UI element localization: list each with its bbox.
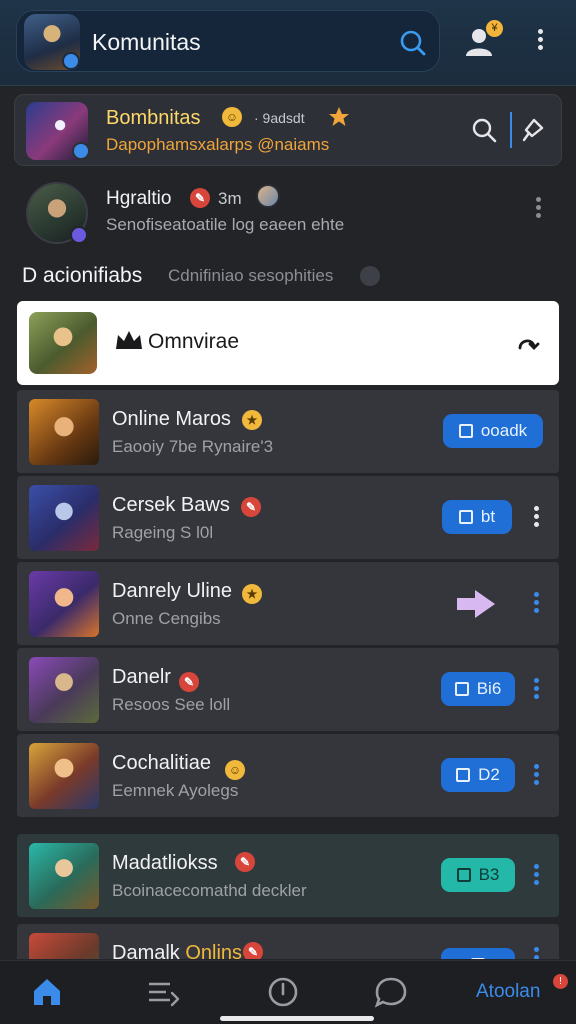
home-indicator <box>220 1016 374 1021</box>
more-vertical-icon[interactable] <box>530 761 542 791</box>
square-icon <box>454 682 469 696</box>
join-button-label: bt <box>480 507 496 526</box>
community-title: Danelr <box>112 666 171 688</box>
join-button[interactable]: B3 <box>441 858 515 892</box>
join-button[interactable]: ooadk <box>443 414 543 448</box>
community-thumbnail <box>29 657 99 723</box>
community-title: Damalk Onlins <box>112 942 243 960</box>
red-badge-icon: ✎ <box>190 188 210 208</box>
arrow-right-icon[interactable] <box>451 584 501 624</box>
gold-badge-icon: ★ <box>242 410 262 430</box>
selected-community-label: Omnvirae <box>148 330 240 353</box>
square-icon <box>458 424 473 438</box>
join-button[interactable]: bt <box>442 500 512 534</box>
chat-icon[interactable] <box>374 975 408 1009</box>
join-button[interactable]: Bi6 <box>441 672 515 706</box>
selected-community-thumbnail <box>29 312 97 374</box>
community-row[interactable]: Danelr ✎ Resoos See loll Bi6 <box>17 648 559 732</box>
red-badge-icon: ✎ <box>179 672 199 692</box>
more-vertical-icon[interactable] <box>530 503 542 533</box>
verified-badge <box>72 142 90 160</box>
home-icon[interactable] <box>30 975 64 1009</box>
community-thumbnail <box>29 571 99 637</box>
featured-title: Bombnitas <box>106 107 201 129</box>
search-icon[interactable] <box>398 28 428 58</box>
selected-community-row[interactable] <box>17 301 559 385</box>
community-subtitle: Eaooiy 7be Rynaire'3 <box>112 437 274 456</box>
community-title: Cochalitiae <box>112 752 211 774</box>
more-vertical-icon[interactable] <box>530 861 542 891</box>
pin-icon[interactable] <box>520 116 546 144</box>
star-icon <box>329 107 349 126</box>
community-row[interactable]: Danrely Uline ★ Onne Cengibs <box>17 562 559 646</box>
member-subtitle: Senofiseatoatile log eaeen ehte <box>106 215 345 234</box>
gold-badge-icon: ☺ <box>222 107 242 127</box>
join-button-label: Bi6 <box>476 679 502 698</box>
member-extra: 3m <box>218 189 242 208</box>
join-button-label: D2 <box>478 765 500 784</box>
more-vertical-icon[interactable] <box>530 675 542 705</box>
community-row[interactable]: Online Maros ★ Eaooiy 7be Rynaire'3 ooad… <box>17 390 559 474</box>
search-icon[interactable] <box>470 116 498 144</box>
square-icon <box>458 510 473 524</box>
divider <box>510 112 512 148</box>
community-title: Madatliokss <box>112 852 218 874</box>
community-title: Cersek Baws <box>112 494 230 516</box>
list-icon[interactable] <box>146 975 180 1009</box>
community-title: Online Maros <box>112 408 231 430</box>
member-name[interactable]: Hgraltio <box>106 188 171 210</box>
clock-icon[interactable] <box>266 975 300 1009</box>
community-subtitle: Onne Cengibs <box>112 609 221 628</box>
square-icon <box>456 768 471 782</box>
community-title-accent: Onlins <box>185 942 243 960</box>
more-vertical-icon[interactable] <box>530 944 542 959</box>
community-row[interactable]: Damalk Onlins ✎ <box>17 924 559 960</box>
community-subtitle: Resoos See loll <box>112 695 231 714</box>
section-title: D acionifiabs <box>22 264 143 287</box>
community-subtitle: Eemnek Ayolegs <box>112 781 239 800</box>
undo-arrow-icon[interactable] <box>514 332 540 358</box>
community-thumbnail <box>29 933 99 959</box>
crown-icon <box>116 331 142 349</box>
join-button-label: B3 <box>478 865 500 884</box>
community-subtitle: Bcoinacecomathd deckler <box>112 881 307 900</box>
member-badge <box>70 226 88 244</box>
red-badge-icon: ✎ <box>235 852 255 872</box>
join-button-label: ooadk <box>480 421 528 440</box>
nav-notification-badge: ! <box>553 974 568 989</box>
gold-badge-icon: ☺ <box>225 760 245 780</box>
community-thumbnail <box>29 843 99 909</box>
community-row[interactable]: Cochalitiae ☺ Eemnek Ayolegs D2 <box>17 734 559 818</box>
more-vertical-icon[interactable] <box>534 26 546 56</box>
community-thumbnail <box>29 399 99 465</box>
join-button[interactable] <box>441 948 515 959</box>
more-vertical-icon[interactable] <box>530 589 542 619</box>
page-title: Komunitas <box>92 29 201 55</box>
community-subtitle: Rageing S l0l <box>112 523 214 542</box>
featured-subtitle: Dapophamsxalarps @naiams <box>106 135 330 154</box>
join-button[interactable]: D2 <box>441 758 515 792</box>
community-title: Danrely Uline <box>112 580 233 602</box>
mini-avatar <box>256 184 280 208</box>
more-vertical-icon[interactable] <box>532 194 544 224</box>
community-thumbnail <box>29 743 99 809</box>
gold-badge-icon: ★ <box>242 584 262 604</box>
community-row[interactable]: Cersek Baws ✎ Rageing S l0l bt <box>17 476 559 560</box>
red-badge-icon: ✎ <box>241 497 261 517</box>
nav-item-label[interactable]: Atoolan <box>476 981 540 1003</box>
verified-badge <box>62 52 80 70</box>
notification-badge: ¥ <box>486 20 503 37</box>
featured-meta: · 9adsdt <box>254 110 305 126</box>
square-icon <box>456 868 471 882</box>
community-thumbnail <box>29 485 99 551</box>
section-subtitle: Cdnifiniao sesophities <box>168 266 334 285</box>
info-icon[interactable] <box>360 266 380 286</box>
community-row[interactable]: Madatliokss ✎ Bcoinacecomathd deckler B3 <box>17 834 559 918</box>
red-badge-icon: ✎ <box>243 942 263 959</box>
